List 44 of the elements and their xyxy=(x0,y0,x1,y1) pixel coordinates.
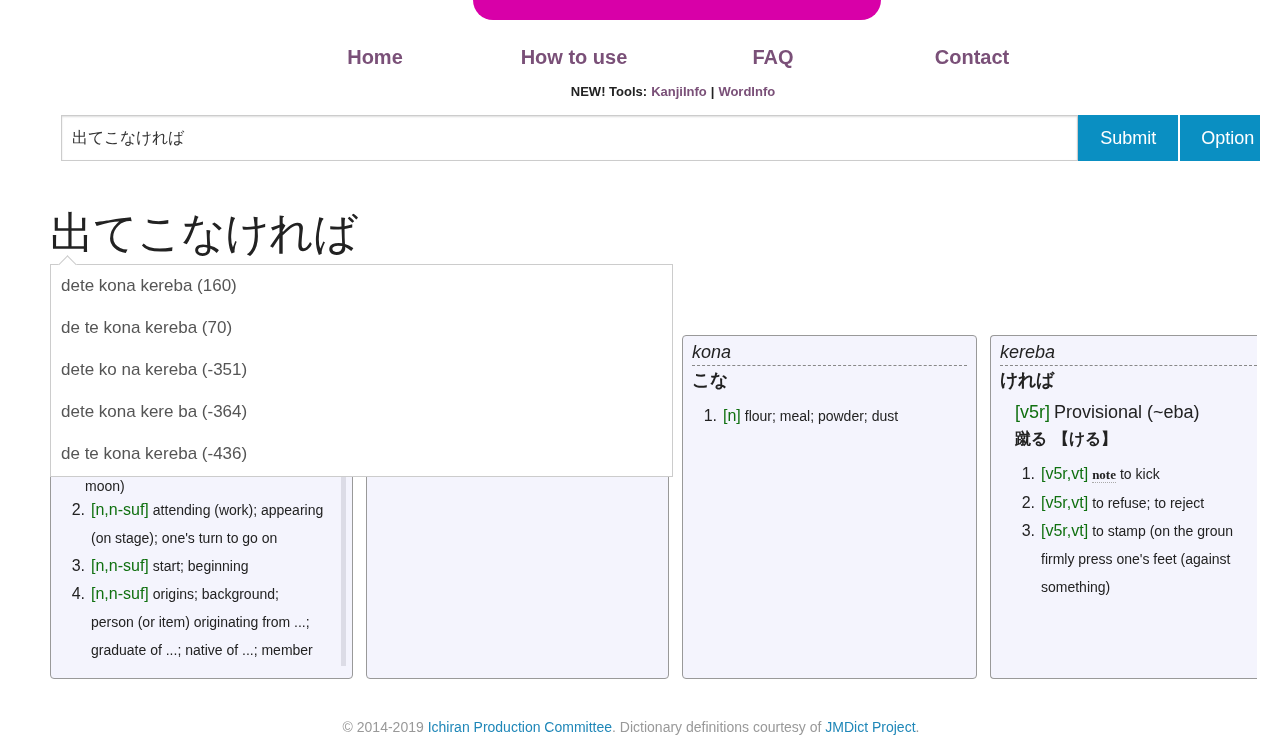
romanization-option[interactable]: dete kona kereba (160) xyxy=(51,265,672,307)
nav-link[interactable]: Home xyxy=(298,46,452,74)
sense-number: 3. xyxy=(1020,521,1036,541)
footer-link[interactable]: Ichiran Production Committee xyxy=(427,719,613,735)
sense-number: 1. xyxy=(702,406,718,426)
conjugation-type: Provisional (~eba) xyxy=(1054,402,1200,422)
sense-number: 3. xyxy=(70,556,86,576)
footer-text: © 2014-2019 xyxy=(342,719,425,735)
logo-icon[interactable] xyxy=(473,0,881,20)
submit-button[interactable]: Submit xyxy=(1078,115,1179,161)
word-romaji: kona xyxy=(692,342,967,366)
romanization-option[interactable]: de te kona kereba (70) xyxy=(51,307,672,349)
sense-text: [n] flour; meal; powder; dust xyxy=(723,406,900,426)
sense-number: 1. xyxy=(1020,464,1036,484)
sense-text: [n,n-suf] origins; background; person (or item) originating from ...; graduate of ...; native of ...; member xyxy=(91,584,314,660)
tool-link[interactable]: WordInfo xyxy=(718,84,776,99)
search-field[interactable]: 出てこなければ xyxy=(61,115,1079,161)
sense-text: [v5r,vt] note to kick xyxy=(1041,464,1161,485)
romanization-option[interactable]: dete ko na kereba (-351) xyxy=(51,349,672,391)
footer-link[interactable]: JMDict Project xyxy=(825,719,916,735)
word-kana: ければ xyxy=(1000,368,1056,392)
romanization-option[interactable]: de te kona kereba (-436) xyxy=(51,433,672,475)
sense-number: 2. xyxy=(70,500,86,520)
word-romaji: kereba xyxy=(1000,342,1257,366)
result-title: 出てこなければ xyxy=(50,206,359,260)
sense-text: [v5r,vt] to stamp (on the groun firmly press one's feet (against something) xyxy=(1041,521,1234,597)
options-button[interactable]: Option xyxy=(1180,115,1260,161)
conjugation-pos: [v5r] xyxy=(1015,402,1050,422)
sense-text: [n,n-suf] start; beginning xyxy=(91,556,250,576)
footer-text: . xyxy=(915,719,920,735)
sense-text: [v5r,vt] to refuse; to reject xyxy=(1041,493,1206,513)
base-form: 蹴る 【ける】 xyxy=(1015,429,1118,450)
separator: | xyxy=(710,84,715,99)
word-kana: こな xyxy=(692,368,729,392)
gloss-text: moon) xyxy=(84,477,126,496)
sense-number: 4. xyxy=(70,584,86,604)
nav-link[interactable]: FAQ xyxy=(696,46,850,74)
nav-link[interactable]: How to use xyxy=(497,46,651,74)
sense-number: 2. xyxy=(1020,493,1036,513)
footer-text: . Dictionary definitions courtesy of xyxy=(612,719,823,735)
tools-label: NEW! Tools: xyxy=(570,84,648,99)
tool-link[interactable]: KanjiInfo xyxy=(651,84,707,99)
romanization-option[interactable]: dete kona kere ba (-364) xyxy=(51,391,672,433)
nav-link[interactable]: Contact xyxy=(895,46,1049,74)
